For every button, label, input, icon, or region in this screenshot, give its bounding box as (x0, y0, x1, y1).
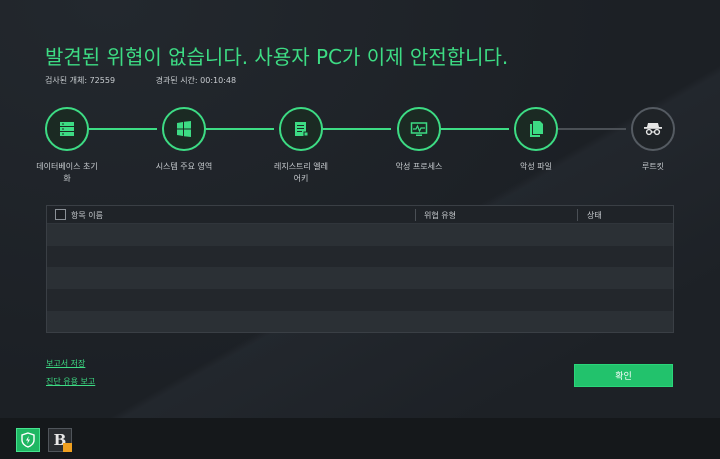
step-label-rootkit: 루트킷 (641, 162, 665, 171)
page-title: 발견된 위협이 없습니다. 사용자 PC가 이제 안전합니다. (45, 45, 509, 69)
step-rootkit (631, 107, 675, 151)
step-label-files: 악성 파일 (520, 162, 552, 171)
step-registry (279, 107, 323, 151)
registry-icon (295, 122, 309, 137)
column-item-name[interactable]: 항목 이름 (71, 210, 103, 221)
file-icon (530, 121, 543, 137)
notification-badge-icon (63, 443, 72, 452)
progress-line-2 (206, 128, 274, 130)
bottom-bar (0, 418, 720, 459)
ok-button[interactable]: 확인 (574, 364, 673, 387)
save-report-link[interactable]: 보고서 저장 (46, 358, 85, 369)
column-divider[interactable] (577, 209, 578, 221)
elapsed-time: 경과된 시간: 00:10:48 (155, 76, 237, 85)
column-threat-type[interactable]: 위협 유형 (424, 210, 456, 221)
windows-icon (177, 121, 191, 137)
step-label-system-areas: 시스템 주요 영역 (155, 162, 213, 171)
process-monitor-icon (410, 122, 428, 136)
step-label-database: 데이터베이스 초기화 (36, 162, 98, 183)
table-row (47, 289, 673, 311)
table-row (47, 224, 673, 246)
table-header: 항목 이름 위협 유형 상태 (47, 206, 673, 224)
progress-line-5 (558, 128, 626, 130)
results-table[interactable]: 항목 이름 위협 유형 상태 (46, 205, 674, 333)
protection-shield-button[interactable] (16, 428, 40, 452)
progress-line-1 (89, 128, 157, 130)
table-row (47, 245, 673, 268)
table-row (47, 310, 673, 333)
column-status[interactable]: 상태 (587, 210, 602, 221)
step-system-areas (162, 107, 206, 151)
step-database (45, 107, 89, 151)
step-processes (397, 107, 441, 151)
scanned-objects-count: 검사된 개체: 72559 (45, 76, 116, 85)
progress-line-4 (441, 128, 509, 130)
shield-icon (21, 432, 35, 448)
step-files (514, 107, 558, 151)
spy-icon (644, 123, 662, 136)
diagnose-report-link[interactable]: 진단 유용 보고 (46, 376, 95, 387)
scan-stats: 검사된 개체: 72559 경과된 시간: 00:10:48 (45, 75, 274, 86)
database-icon (60, 122, 74, 136)
step-label-registry: 레지스트리 엘레어키 (273, 162, 329, 183)
column-divider[interactable] (415, 209, 416, 221)
progress-line-3 (323, 128, 391, 130)
step-label-processes: 악성 프로세스 (395, 162, 443, 171)
select-all-checkbox[interactable] (55, 209, 66, 220)
browser-extension-button[interactable]: B (48, 428, 72, 452)
table-row (47, 267, 673, 290)
table-body (47, 224, 673, 333)
